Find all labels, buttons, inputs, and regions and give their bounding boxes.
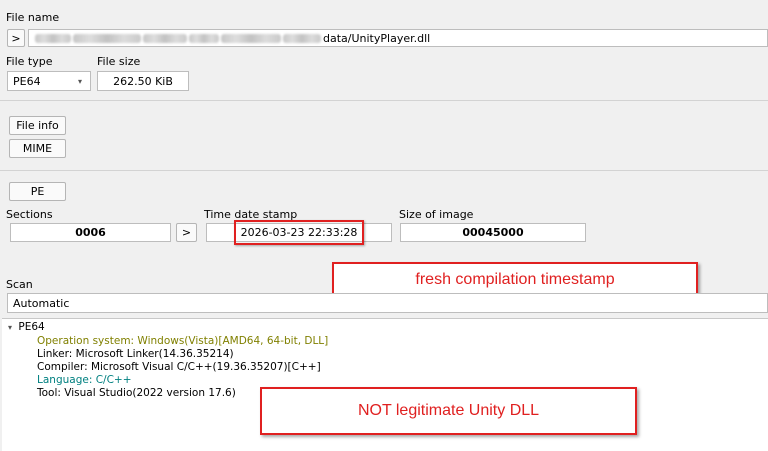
chevron-down-icon[interactable]: ▾	[8, 323, 12, 332]
sections-label: Sections	[6, 208, 53, 221]
size-of-image-label: Size of image	[399, 208, 474, 221]
redacted-path-segment	[143, 33, 187, 43]
file-path-suffix: data/UnityPlayer.dll	[323, 31, 431, 45]
tree-item-language[interactable]: Language: C/C++	[37, 374, 132, 386]
legitimacy-annotation: NOT legitimate Unity DLL	[260, 387, 637, 435]
scan-label: Scan	[6, 278, 33, 291]
size-of-image-field: 00045000	[400, 223, 586, 242]
tree-root-label: PE64	[18, 321, 45, 333]
chevron-down-icon: ▾	[77, 76, 82, 86]
divider	[0, 170, 768, 171]
timestamp-highlight-box	[234, 220, 364, 245]
tree-item-os[interactable]: Operation system: Windows(Vista)[AMD64, …	[37, 335, 328, 347]
redacted-path-segment	[73, 33, 141, 43]
sections-field: 0006	[10, 223, 171, 242]
tree-item-linker[interactable]: Linker: Microsoft Linker(14.36.35214)	[37, 348, 234, 360]
divider	[0, 100, 768, 101]
file-type-value: PE64	[13, 74, 41, 88]
mime-button[interactable]: MIME	[9, 139, 66, 158]
file-type-label: File type	[6, 55, 53, 68]
sections-open-button[interactable]: >	[176, 223, 197, 242]
redacted-path-segment	[283, 33, 321, 43]
file-type-select[interactable]: PE64 ▾	[7, 71, 91, 91]
tree-item-tool[interactable]: Tool: Visual Studio(2022 version 17.6)	[37, 387, 236, 399]
file-info-button[interactable]: File info	[9, 116, 66, 135]
file-size-field: 262.50 KiB	[97, 71, 189, 91]
redacted-path-segment	[35, 33, 71, 43]
scan-mode-select[interactable]: Automatic	[7, 293, 768, 313]
redacted-path-segment	[221, 33, 281, 43]
file-size-label: File size	[97, 55, 141, 68]
pe-button[interactable]: PE	[9, 182, 66, 201]
redacted-path-segment	[189, 33, 219, 43]
file-browse-button[interactable]: >	[7, 29, 25, 47]
tree-root[interactable]: ▾ PE64	[8, 321, 45, 333]
file-name-label: File name	[6, 11, 60, 24]
file-name-input[interactable]: data/UnityPlayer.dll	[28, 29, 768, 47]
tree-item-compiler[interactable]: Compiler: Microsoft Visual C/C++(19.36.3…	[37, 361, 321, 373]
